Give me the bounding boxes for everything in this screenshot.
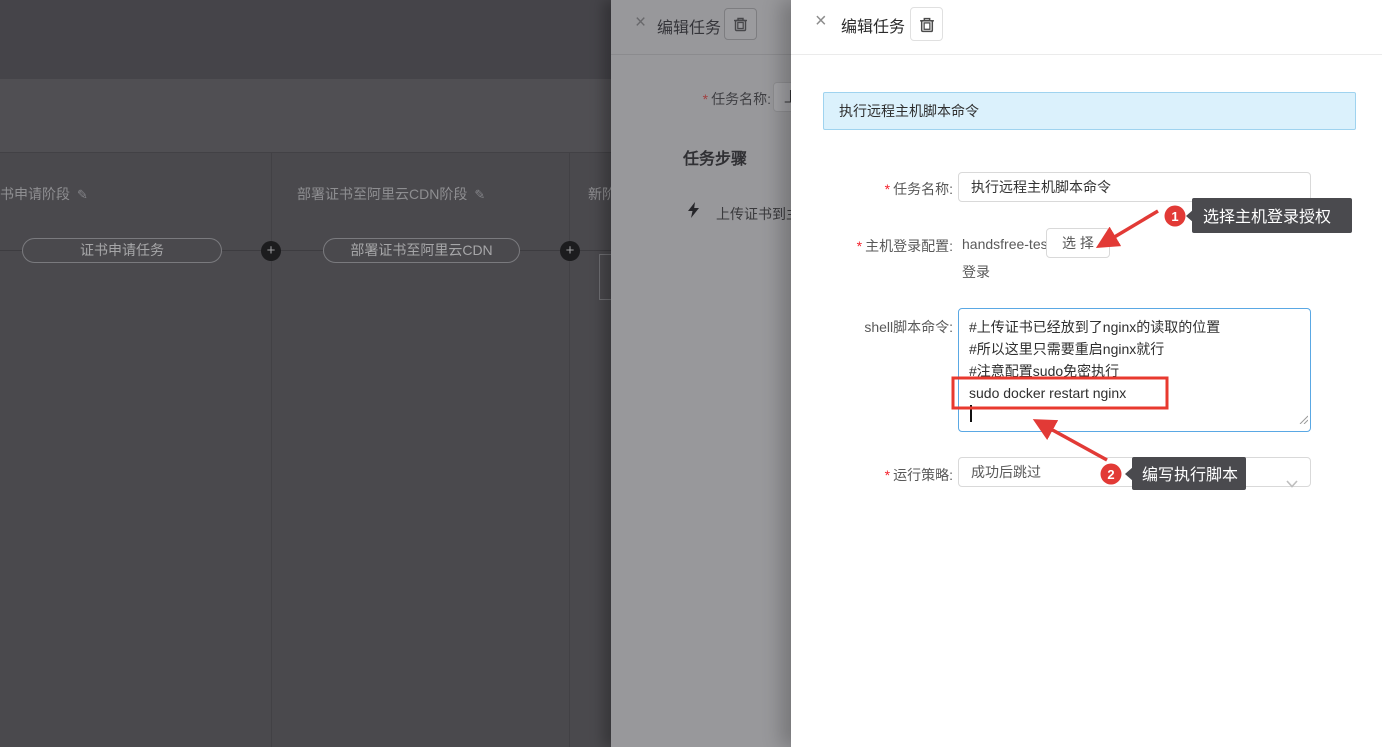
script-line: sudo docker restart nginx: [969, 382, 1300, 404]
task-name-input[interactable]: [958, 172, 1311, 202]
script-line: #所以这里只需要重启nginx就行: [969, 338, 1300, 360]
script-line: #上传证书已经放到了nginx的读取的位置: [969, 316, 1300, 338]
task-pill-deploy-cdn[interactable]: 部署证书至阿里云CDN: [323, 238, 520, 263]
task-pill-cert-apply[interactable]: 证书申请任务: [22, 238, 222, 263]
script-line: #注意配置sudo免密执行: [969, 360, 1300, 382]
task-name-label: *任务名称:: [791, 179, 953, 199]
shell-script-label: shell脚本命令:: [791, 317, 953, 337]
trash-icon: [733, 16, 748, 32]
resize-handle[interactable]: [1298, 411, 1308, 429]
task-steps-heading: 任务步骤: [683, 145, 747, 169]
run-policy-value: 成功后跳过: [971, 464, 1041, 480]
chevron-down-icon: [1286, 469, 1298, 497]
close-icon[interactable]: ×: [635, 13, 646, 32]
drawer-title: 编辑任务: [841, 13, 905, 37]
run-policy-select[interactable]: 成功后跳过: [958, 457, 1311, 487]
edit-task-drawer-background: × 编辑任务 *任务名称: 上 任务步骤 上传证书到主: [611, 0, 791, 747]
drawer-header: × 编辑任务: [791, 0, 1382, 55]
stage-title-1: 证书申请阶段✎: [0, 184, 88, 204]
shell-script-textarea[interactable]: #上传证书已经放到了nginx的读取的位置 #所以这里只需要重启nginx就行 …: [958, 308, 1311, 432]
edit-task-drawer: × 编辑任务 执行远程主机脚本命令 *任务名称: *主机登录配置: handsf…: [791, 0, 1382, 747]
add-task-icon[interactable]: +: [560, 241, 580, 261]
task-step-item[interactable]: 上传证书到主: [716, 204, 791, 224]
task-type-info-banner: 执行远程主机脚本命令: [823, 92, 1356, 130]
task-name-input-clipped[interactable]: 上: [773, 82, 791, 112]
host-login-label: *主机登录配置:: [791, 236, 953, 256]
task-name-label: *任务名称:: [611, 89, 771, 109]
stage-title-2: 部署证书至阿里云CDN阶段✎: [297, 184, 485, 204]
text-cursor: [970, 405, 972, 422]
add-task-icon[interactable]: +: [261, 241, 281, 261]
trash-icon: [919, 16, 935, 33]
close-icon[interactable]: ×: [815, 11, 827, 31]
host-login-select-button[interactable]: 选 择: [1046, 228, 1110, 258]
run-policy-label: *运行策略:: [791, 465, 953, 485]
edit-pencil-icon[interactable]: ✎: [77, 187, 88, 202]
lightning-bolt-icon: [687, 202, 700, 223]
host-login-value: handsfree-test: [962, 236, 1052, 252]
delete-task-button[interactable]: [724, 8, 757, 40]
delete-task-button[interactable]: [910, 7, 943, 41]
drawer-title: 编辑任务: [657, 14, 721, 38]
drawer-header: × 编辑任务: [611, 0, 791, 55]
host-login-value-line2: 登录: [962, 262, 990, 282]
edit-pencil-icon[interactable]: ✎: [474, 187, 485, 202]
